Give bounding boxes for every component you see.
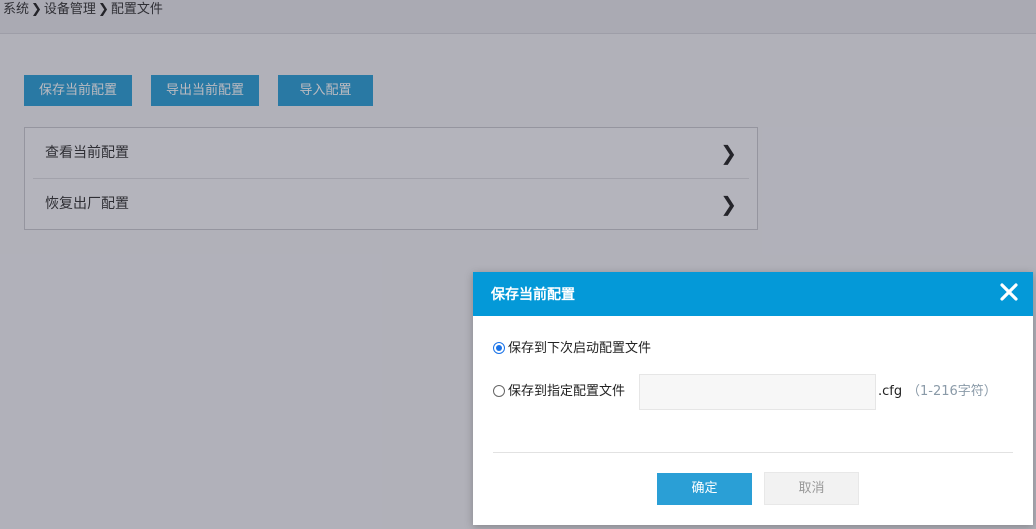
close-icon[interactable] (997, 280, 1021, 304)
radio-label: 保存到下次启动配置文件 (508, 341, 652, 356)
radio-option-specified-file[interactable]: 保存到指定配置文件 (493, 382, 625, 402)
filename-length-hint: （1-216字符） (907, 384, 997, 399)
filename-input[interactable] (639, 374, 876, 410)
radio-label: 保存到指定配置文件 (508, 384, 626, 399)
radio-button-checked[interactable] (493, 342, 505, 354)
radio-option-next-startup[interactable]: 保存到下次启动配置文件 (493, 339, 651, 359)
cancel-button[interactable]: 取消 (764, 472, 859, 505)
divider (493, 452, 1013, 453)
confirm-button[interactable]: 确定 (657, 473, 752, 505)
dialog-header: 保存当前配置 (473, 272, 1033, 316)
save-config-dialog: 保存当前配置 保存到下次启动配置文件 保存到指定配置文件 .cfg （1-216… (473, 272, 1033, 525)
file-extension-label: .cfg (878, 384, 903, 399)
radio-button[interactable] (493, 385, 505, 397)
dialog-title: 保存当前配置 (491, 287, 575, 303)
